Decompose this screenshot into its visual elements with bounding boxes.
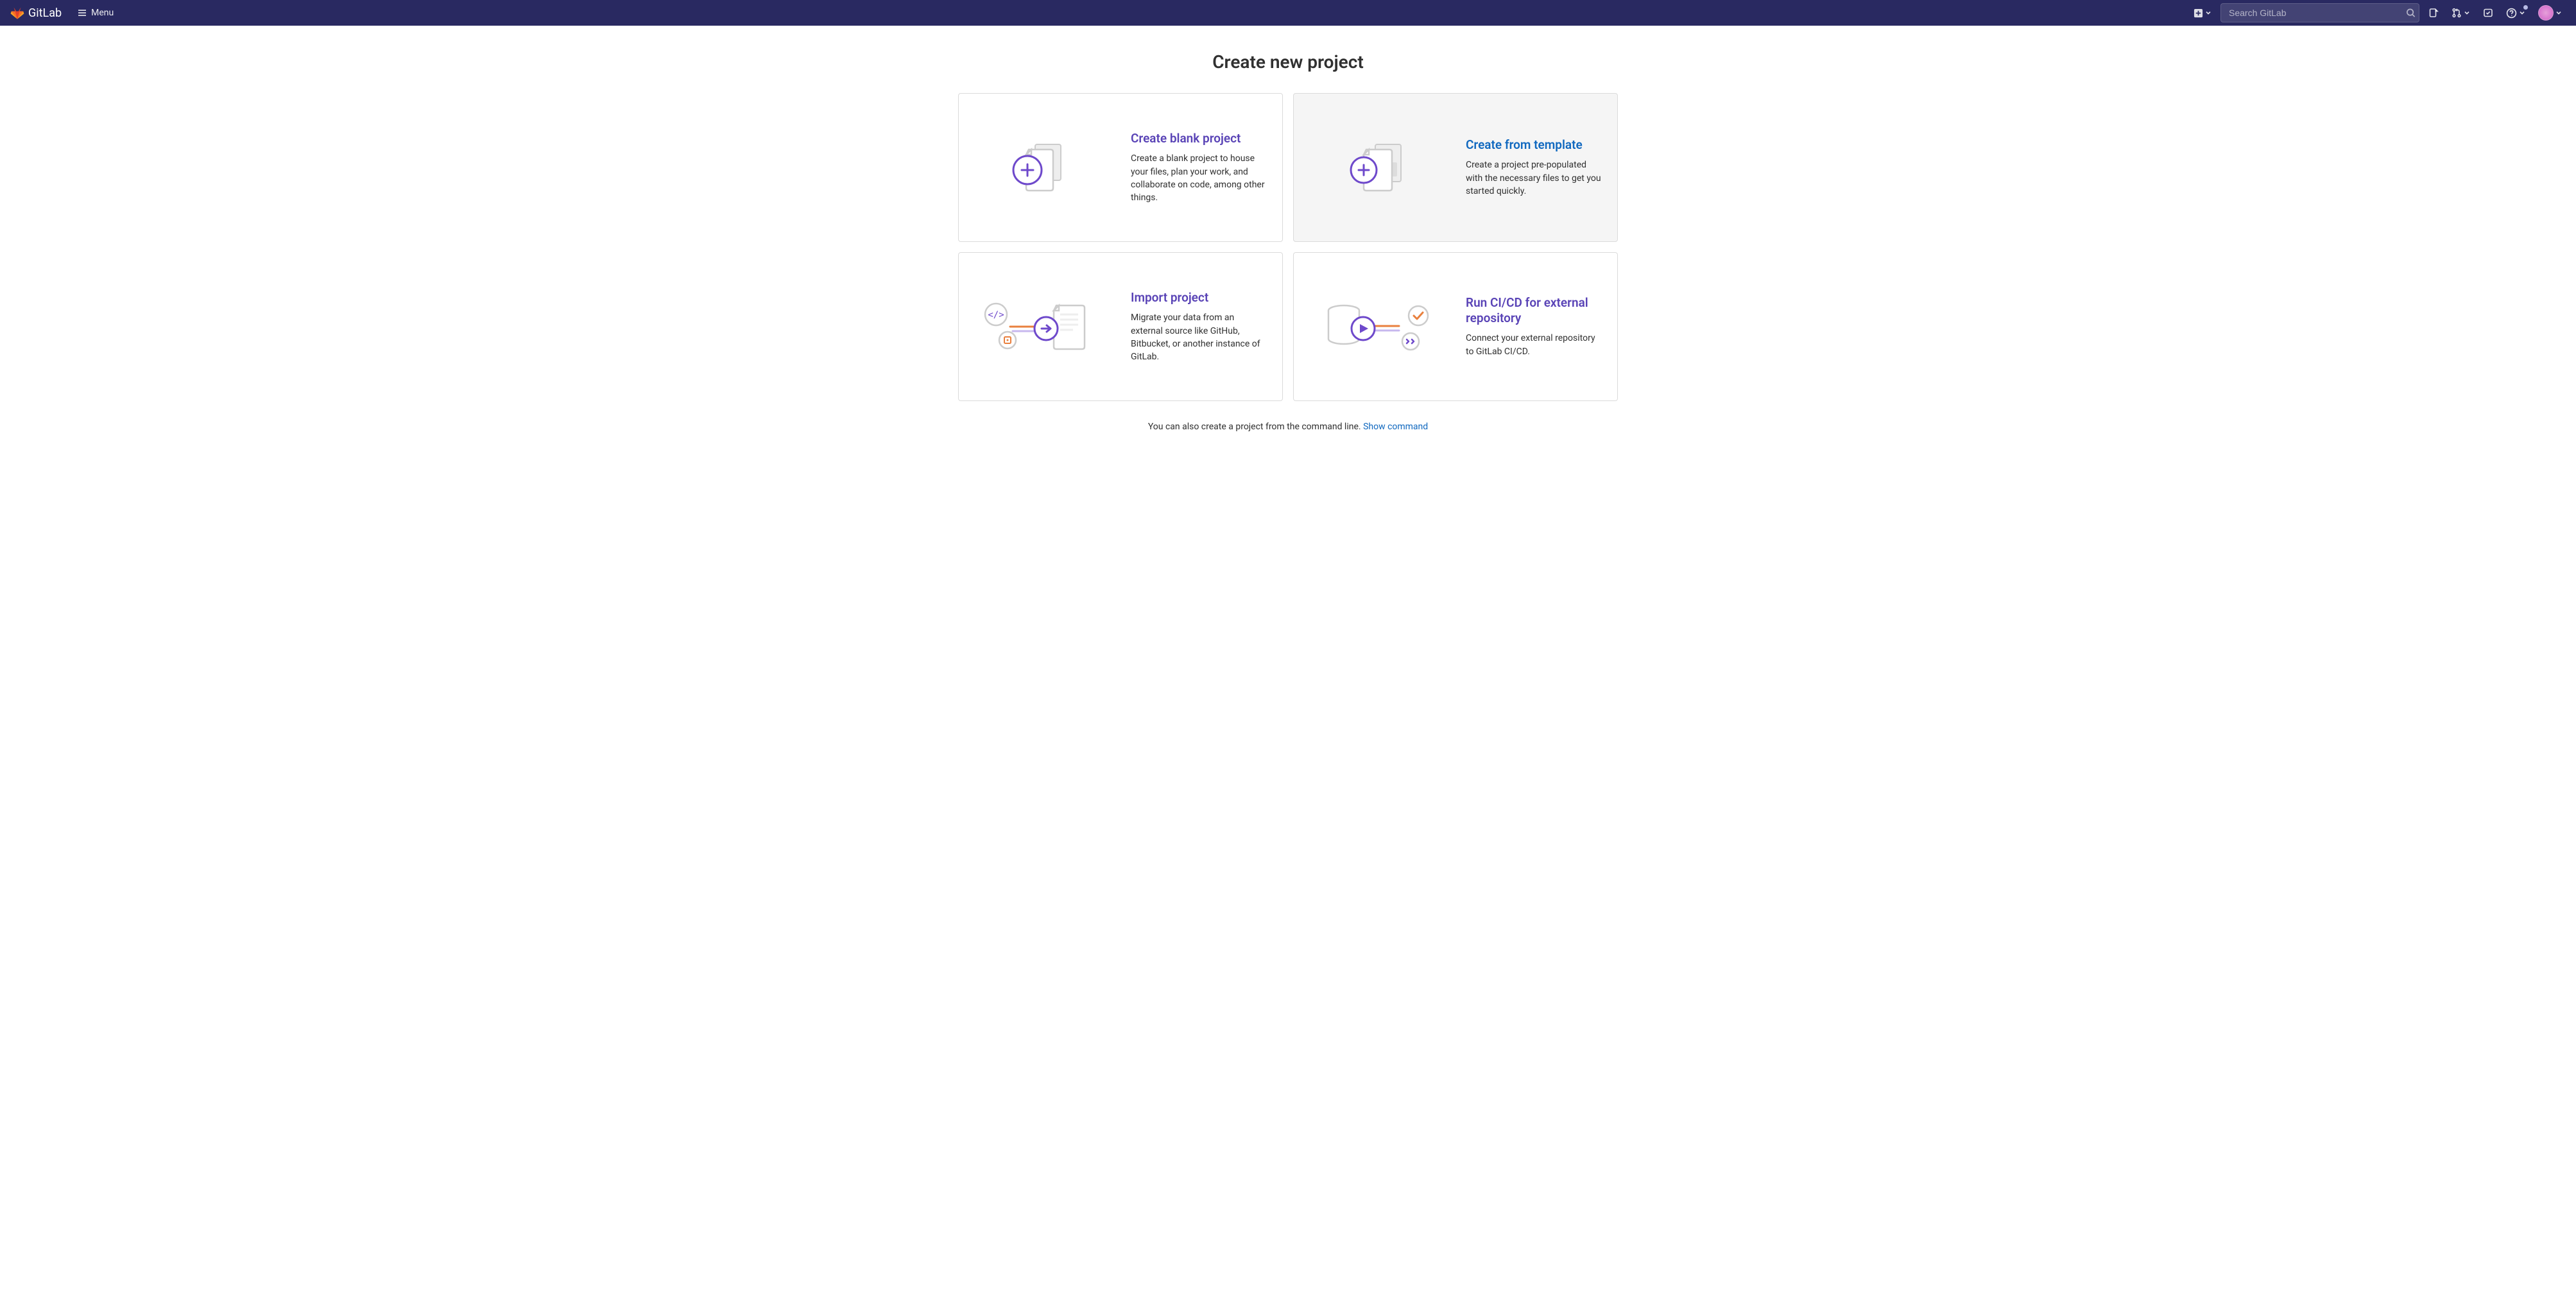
menu-label: Menu	[91, 8, 114, 18]
cicd-illustration	[1309, 291, 1450, 362]
hamburger-icon	[77, 8, 87, 18]
command-line-footer: You can also create a project from the c…	[958, 422, 1618, 432]
top-navbar: GitLab Menu	[0, 0, 2576, 26]
issues-button[interactable]	[2425, 4, 2443, 22]
project-option-grid: Create blank project Create a blank proj…	[958, 93, 1618, 401]
card-desc: Create a blank project to house your fil…	[1131, 152, 1267, 204]
blank-project-illustration	[974, 135, 1115, 200]
brand-link[interactable]: GitLab	[10, 6, 62, 20]
chevron-down-icon	[2519, 10, 2525, 16]
todos-button[interactable]	[2479, 4, 2497, 22]
main-menu-button[interactable]: Menu	[72, 5, 119, 21]
card-import-project[interactable]: </> Import project Migrate your data fro…	[958, 252, 1283, 401]
chevron-down-icon	[2464, 10, 2470, 16]
issue-icon	[2428, 8, 2439, 18]
card-title: Import project	[1131, 290, 1267, 305]
help-dropdown[interactable]	[2502, 4, 2529, 22]
card-desc: Connect your external repository to GitL…	[1466, 332, 1602, 358]
card-create-blank-project[interactable]: Create blank project Create a blank proj…	[958, 93, 1283, 242]
search-input[interactable]	[2220, 3, 2419, 22]
svg-text:</>: </>	[988, 310, 1004, 320]
chevron-down-icon	[2205, 10, 2211, 16]
user-avatar-icon	[2538, 5, 2554, 21]
card-create-from-template[interactable]: Create from template Create a project pr…	[1293, 93, 1618, 242]
card-title: Create from template	[1466, 137, 1602, 153]
page-title: Create new project	[958, 51, 1618, 73]
merge-request-icon	[2451, 8, 2462, 18]
chevron-down-icon	[2555, 10, 2562, 16]
merge-requests-dropdown[interactable]	[2448, 4, 2474, 22]
help-icon	[2506, 8, 2517, 19]
card-title: Run CI/CD for external repository	[1466, 295, 1602, 326]
import-illustration: </>	[974, 291, 1115, 362]
brand-text: GitLab	[28, 6, 62, 20]
card-title: Create blank project	[1131, 131, 1267, 146]
create-dropdown[interactable]	[2190, 4, 2215, 22]
card-desc: Create a project pre-populated with the …	[1466, 159, 1602, 198]
todo-icon	[2483, 8, 2493, 18]
footer-text: You can also create a project from the c…	[1148, 422, 1363, 432]
gitlab-logo-icon	[10, 6, 24, 20]
card-desc: Migrate your data from an external sourc…	[1131, 311, 1267, 363]
plus-square-icon	[2194, 8, 2203, 18]
user-menu[interactable]	[2534, 1, 2566, 24]
notification-dot-icon	[2523, 5, 2528, 10]
template-illustration	[1309, 135, 1450, 200]
card-run-cicd-external[interactable]: Run CI/CD for external repository Connec…	[1293, 252, 1618, 401]
show-command-link[interactable]: Show command	[1363, 422, 1428, 432]
search-wrap	[2220, 3, 2419, 22]
search-icon[interactable]	[2406, 8, 2416, 18]
